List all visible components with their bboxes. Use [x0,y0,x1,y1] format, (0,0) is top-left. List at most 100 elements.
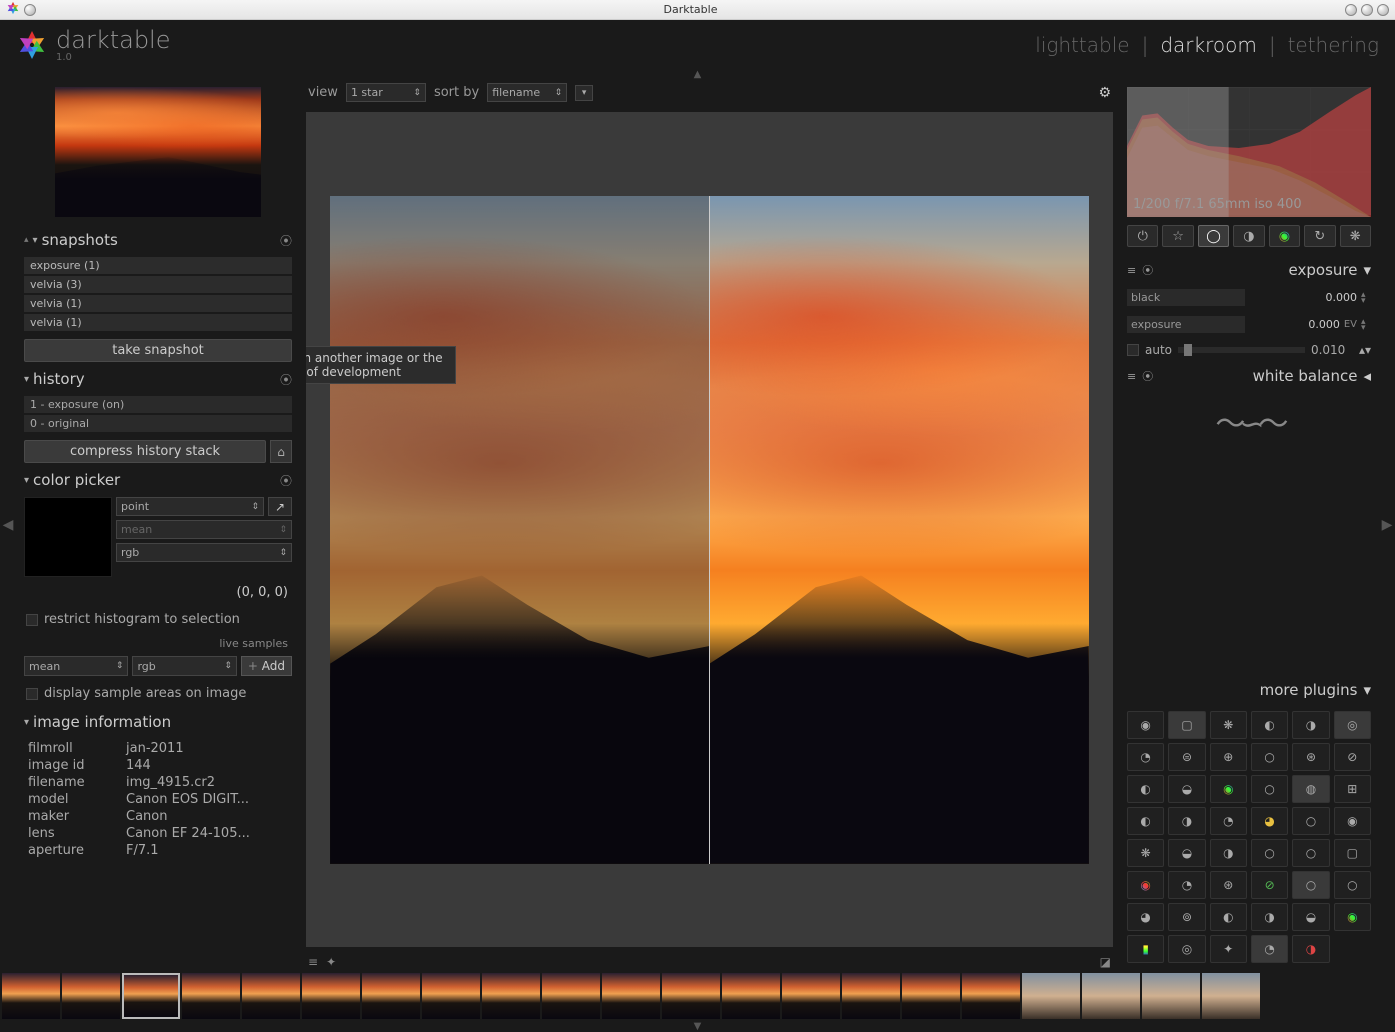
plugin-e3-icon[interactable]: ⊕ [1210,743,1247,771]
filmstrip-thumb[interactable] [602,973,660,1019]
filmstrip-thumb[interactable] [1082,973,1140,1019]
plugin-e1-icon[interactable]: ◔ [1127,743,1164,771]
multi-instance-icon[interactable]: ≡ [1127,370,1136,383]
plugin-f1-icon[interactable]: ◐ [1127,775,1164,803]
plugin-i5-icon[interactable]: ○ [1292,871,1329,899]
plugin-h5-icon[interactable]: ○ [1292,839,1329,867]
plugin-k4-icon[interactable]: ◔ [1251,935,1288,963]
exposure-value[interactable]: 0.000 [1288,318,1340,331]
module-power-icon[interactable]: ⏻ [1127,225,1158,247]
plugin-j6-icon[interactable]: ◉ [1334,903,1371,931]
auto-slider[interactable] [1178,347,1305,353]
filmstrip-thumb[interactable] [2,973,60,1019]
module-favorite-icon[interactable]: ☆ [1162,225,1193,247]
filmstrip[interactable] [0,971,1395,1021]
image-info-header[interactable]: ▾ image information [24,711,292,733]
display-samples-checkbox[interactable] [26,688,38,700]
exposure-label[interactable]: exposure [1127,316,1245,333]
module-effect-icon[interactable]: ❋ [1340,225,1371,247]
tab-lighttable[interactable]: lighttable [1035,33,1129,57]
plugin-h4-icon[interactable]: ○ [1251,839,1288,867]
filmstrip-thumb[interactable] [962,973,1020,1019]
plugin-g3-icon[interactable]: ◔ [1210,807,1247,835]
collapse-right-icon[interactable]: ▶ [1379,79,1395,971]
sample-stat-select[interactable]: mean⇕ [24,656,128,676]
snapshot-item[interactable]: velvia (1) [24,314,292,331]
filmstrip-thumb[interactable] [62,973,120,1019]
filmstrip-thumb[interactable] [302,973,360,1019]
plugin-g1-icon[interactable]: ◐ [1127,807,1164,835]
eyedropper-button[interactable]: ↗ [268,497,292,516]
plugin-k3-icon[interactable]: ✦ [1210,935,1247,963]
auto-exposure-checkbox[interactable] [1127,344,1139,356]
black-label[interactable]: black [1127,289,1245,306]
plugin-denoise-icon[interactable]: ❋ [1210,711,1247,739]
gear-icon[interactable]: ⚙ [1098,85,1111,101]
plugin-i1-icon[interactable]: ◉ [1127,871,1164,899]
picker-mode-select[interactable]: point⇕ [116,497,264,516]
filmstrip-thumb[interactable] [362,973,420,1019]
snapshots-header[interactable]: ▴ ▾ snapshots ⦿ [24,229,292,251]
collapse-bottom-icon[interactable]: ▼ [0,1021,1395,1031]
plugin-e5-icon[interactable]: ⊛ [1292,743,1329,771]
styles-icon[interactable]: ✦ [326,955,336,969]
plugin-i6-icon[interactable]: ○ [1334,871,1371,899]
filmstrip-thumb[interactable] [662,973,720,1019]
snapshot-item[interactable]: velvia (1) [24,295,292,312]
plugin-g2-icon[interactable]: ◑ [1168,807,1205,835]
sample-model-select[interactable]: rgb⇕ [132,656,236,676]
plugin-g6-icon[interactable]: ◉ [1334,807,1371,835]
plugin-k2-icon[interactable]: ◎ [1168,935,1205,963]
plugin-i4-icon[interactable]: ⊘ [1251,871,1288,899]
filmstrip-thumb[interactable] [782,973,840,1019]
add-sample-button[interactable]: + Add [241,656,292,676]
overexposed-icon[interactable]: ◪ [1100,955,1111,969]
collapse-left-icon[interactable]: ◀ [0,79,16,971]
collapse-top-icon[interactable]: ▲ [0,69,1395,79]
history-item[interactable]: 0 - original [24,415,292,432]
plugin-f3-icon[interactable]: ◉ [1210,775,1247,803]
tab-darkroom[interactable]: darkroom [1160,33,1257,57]
window-minimize-icon[interactable] [1345,4,1357,16]
plugin-g5-icon[interactable]: ○ [1292,807,1329,835]
multi-instance-icon[interactable]: ≡ [1127,264,1136,277]
window-close2-icon[interactable] [1377,4,1389,16]
filmstrip-thumb[interactable] [242,973,300,1019]
black-stepper[interactable]: ▴▾ [1361,292,1371,304]
plugin-f6-icon[interactable]: ⊞ [1334,775,1371,803]
plugin-k1-icon[interactable]: ▮ [1127,935,1164,963]
plugin-h1-icon[interactable]: ❋ [1127,839,1164,867]
white-balance-header[interactable]: ≡ ⦿ white balance ◂ [1127,365,1371,387]
plugin-spot-icon[interactable]: ◉ [1127,711,1164,739]
snapshot-divider[interactable] [709,196,710,864]
plugin-f5-icon[interactable]: ◍ [1292,775,1329,803]
plugin-j5-icon[interactable]: ◒ [1292,903,1329,931]
plugin-j3-icon[interactable]: ◐ [1210,903,1247,931]
image-canvas[interactable]: take snapshot to compare with another im… [306,112,1113,947]
plugin-vignette-icon[interactable]: ◎ [1334,711,1371,739]
auto-stepper[interactable]: ▴▾ [1359,343,1371,357]
plugin-i3-icon[interactable]: ⊛ [1210,871,1247,899]
plugin-j1-icon[interactable]: ◕ [1127,903,1164,931]
histogram[interactable]: 1/200 f/7.1 65mm iso 400 [1127,87,1371,215]
black-value[interactable]: 0.000 [1305,291,1357,304]
plugin-h3-icon[interactable]: ◑ [1210,839,1247,867]
plugin-contrast-icon[interactable]: ◑ [1292,711,1329,739]
exposure-header[interactable]: ≡ ⦿ exposure ▾ [1127,259,1371,281]
window-close-icon[interactable] [24,4,36,16]
reset-icon[interactable]: ⦿ [1142,368,1153,384]
plugin-shadhi-icon[interactable]: ◐ [1251,711,1288,739]
filmstrip-thumb[interactable] [902,973,960,1019]
plugin-j2-icon[interactable]: ⊚ [1168,903,1205,931]
reset-icon[interactable]: ⦿ [280,371,292,388]
plugin-g4-icon[interactable]: ◕ [1251,807,1288,835]
plugin-k5-icon[interactable]: ◑ [1292,935,1329,963]
take-snapshot-button[interactable]: take snapshot [24,339,292,362]
plugin-j4-icon[interactable]: ◑ [1251,903,1288,931]
reset-icon[interactable]: ⦿ [280,472,292,489]
quick-access-icon[interactable]: ≡ [308,955,318,969]
view-filter-select[interactable]: 1 star⇕ [346,83,426,102]
snapshot-item[interactable]: velvia (3) [24,276,292,293]
compress-history-button[interactable]: compress history stack [24,440,266,463]
plugin-i2-icon[interactable]: ◔ [1168,871,1205,899]
